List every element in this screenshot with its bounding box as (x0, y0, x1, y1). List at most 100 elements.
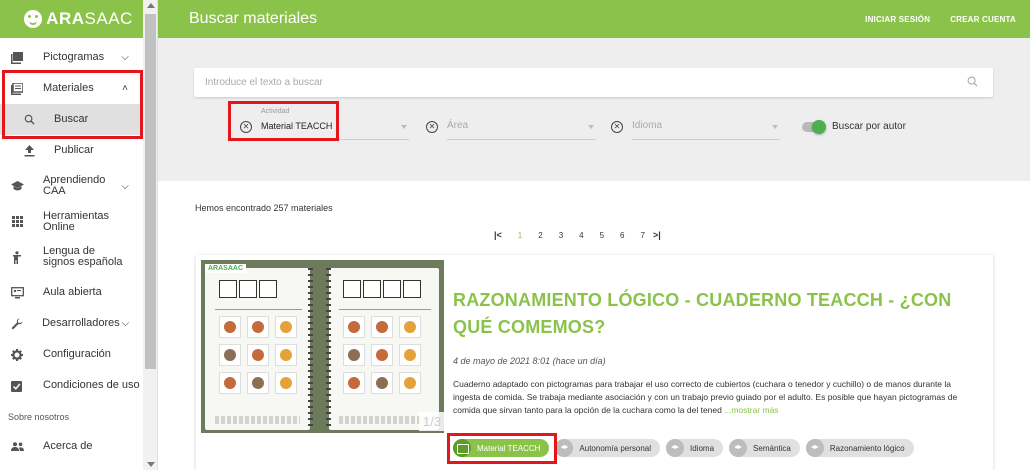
toggle-knob[interactable] (812, 119, 826, 134)
page-link[interactable]: 2 (538, 231, 542, 240)
sidebar-item-aula-abierta[interactable]: Aula abierta (0, 277, 143, 308)
dropdown-caret-icon (588, 125, 594, 129)
sidebar-item-pictogramas[interactable]: Pictogramas ⌵ (0, 42, 143, 73)
first-page-icon[interactable]: |< (494, 230, 502, 240)
page-title: Buscar materiales (189, 10, 318, 27)
tag-label: Razonamiento lógico (829, 443, 905, 453)
show-more-link[interactable]: ...mostrar más (724, 405, 778, 415)
chevron-up-icon: ˄ (122, 83, 128, 94)
tag-autonomia-personal[interactable]: Autonomía personal (555, 439, 661, 457)
sidebar-item-materiales[interactable]: Materiales ˄ (0, 73, 143, 104)
search-input[interactable] (205, 77, 967, 88)
material-card: ARASAAC 1/3 RAZONAMIENTO LÓGICO - CUADER… (196, 255, 993, 470)
clear-activity-icon[interactable]: ✕ (240, 121, 252, 133)
author-toggle-label: Buscar por autor (832, 121, 906, 132)
dropdown-caret-icon (772, 125, 778, 129)
sidebar: ARASAAC Pictogramas ⌵ Materiales ˄ Busca… (0, 0, 158, 470)
upload-icon (22, 144, 36, 158)
scroll-down-icon[interactable] (147, 462, 155, 467)
page-link[interactable]: 3 (559, 231, 563, 240)
sidebar-item-label: Configuración (43, 348, 111, 360)
tag-activity-icon (453, 439, 471, 457)
tag-label: Semántica (753, 443, 791, 453)
checkbox-icon (10, 379, 24, 393)
page-link[interactable]: 4 (579, 231, 583, 240)
tag-label: Idioma (690, 443, 715, 453)
material-title[interactable]: RAZONAMIENTO LÓGICO - CUADERNO TEACCH - … (453, 287, 983, 341)
sidebar-item-desarrolladores[interactable]: Desarrolladores ⌵ (0, 308, 143, 339)
school-icon (666, 439, 685, 457)
tag-idioma[interactable]: Idioma (666, 439, 724, 457)
sidebar-item-buscar[interactable]: Buscar (0, 104, 143, 135)
classroom-icon (10, 286, 24, 300)
sidebar-item-herramientas-online[interactable]: Herramientas Online (0, 206, 143, 237)
tag-razonamiento-logico[interactable]: Razonamiento lógico (805, 439, 914, 457)
sidebar-item-aprendiendo-caa[interactable]: Aprendiendo CAA ⌵ (0, 166, 143, 206)
brand-name-rest: SAAC (84, 9, 133, 28)
notebook-page-image (205, 268, 313, 430)
login-button[interactable]: INICIAR SESIÓN (865, 15, 930, 24)
page-link[interactable]: 1 (518, 231, 522, 240)
clear-area-icon[interactable]: ✕ (426, 121, 438, 133)
sidebar-item-label: Desarrolladores (42, 317, 120, 329)
signup-button[interactable]: CREAR CUENTA (950, 15, 1016, 24)
page-link[interactable]: 5 (600, 231, 604, 240)
clear-language-icon[interactable]: ✕ (611, 121, 623, 133)
school-icon (10, 179, 24, 193)
wrench-icon (10, 317, 23, 331)
language-select-placeholder: Idioma (632, 120, 663, 131)
search-box (194, 68, 993, 97)
sidebar-item-label: Publicar (54, 144, 94, 156)
sidebar-item-configuracion[interactable]: Configuración (0, 339, 143, 370)
search-panel: ✕ Actividad Material TEACCH ✕ Área ✕ Idi… (158, 38, 1030, 181)
school-icon (729, 439, 748, 457)
page-link[interactable]: 6 (620, 231, 624, 240)
sidebar-item-acerca-de[interactable]: Acerca de (0, 431, 143, 462)
pagination: |< 1 2 3 4 5 6 7 >| (494, 230, 677, 240)
sidebar-item-condiciones-de-uso[interactable]: Condiciones de uso (0, 370, 143, 401)
sidebar-item-publicar[interactable]: Publicar (0, 135, 143, 166)
school-icon (555, 439, 574, 457)
tag-material-teacch[interactable]: Material TEACCH (453, 439, 550, 457)
sidebar-item-label: Pictogramas (43, 51, 105, 63)
brand-logo[interactable]: ARASAAC (0, 0, 157, 38)
scrollbar-thumb[interactable] (145, 14, 156, 369)
school-icon (805, 439, 824, 457)
arasaac-image-badge: ARASAAC (205, 264, 246, 273)
scroll-up-icon[interactable] (147, 3, 155, 8)
gear-icon (10, 348, 24, 362)
people-icon (10, 440, 24, 454)
author-search-toggle[interactable]: Buscar por autor (802, 119, 906, 134)
activity-select-value: Material TEACCH (261, 121, 333, 131)
material-tags: Material TEACCH Autonomía personal Idiom… (453, 439, 914, 457)
sidebar-item-label: Buscar (54, 113, 89, 125)
area-select[interactable]: Área (447, 104, 596, 140)
material-description: Cuaderno adaptado con pictogramas para t… (453, 378, 963, 425)
chevron-down-icon: ⌵ (121, 180, 129, 192)
tag-label: Material TEACCH (477, 443, 541, 453)
language-select[interactable]: Idioma (632, 104, 780, 140)
sidebar-item-label: Aula abierta (43, 286, 102, 298)
chevron-down-icon: ⌵ (121, 318, 130, 329)
tag-semantica[interactable]: Semántica (729, 439, 800, 457)
activity-select[interactable]: Actividad Material TEACCH (261, 104, 409, 140)
sidebar-item-label: Lengua de signos española (43, 245, 123, 268)
sidebar-item-label: Aprendiendo CAA (43, 174, 106, 197)
notebook-page-image (326, 268, 439, 430)
search-icon (22, 113, 36, 127)
area-select-placeholder: Área (447, 120, 469, 131)
toggle-track[interactable] (802, 119, 826, 134)
page-link[interactable]: 7 (641, 231, 645, 240)
smiley-logo-icon (24, 10, 43, 28)
last-page-icon[interactable]: >| (653, 230, 661, 240)
sign-language-icon (10, 250, 24, 264)
apps-icon (10, 215, 24, 229)
sidebar-item-lengua-de-signos[interactable]: Lengua de signos española (0, 237, 143, 277)
material-date: 4 de mayo de 2021 8:01 (hace un día) (453, 356, 606, 366)
search-icon[interactable] (967, 76, 981, 90)
sidebar-scrollbar[interactable] (143, 0, 157, 470)
dropdown-caret-icon (401, 125, 407, 129)
results-count: Hemos encontrado 257 materiales (195, 203, 333, 213)
material-image-carousel[interactable]: ARASAAC 1/3 (201, 260, 444, 433)
brand-name-bold: ARA (46, 9, 85, 28)
